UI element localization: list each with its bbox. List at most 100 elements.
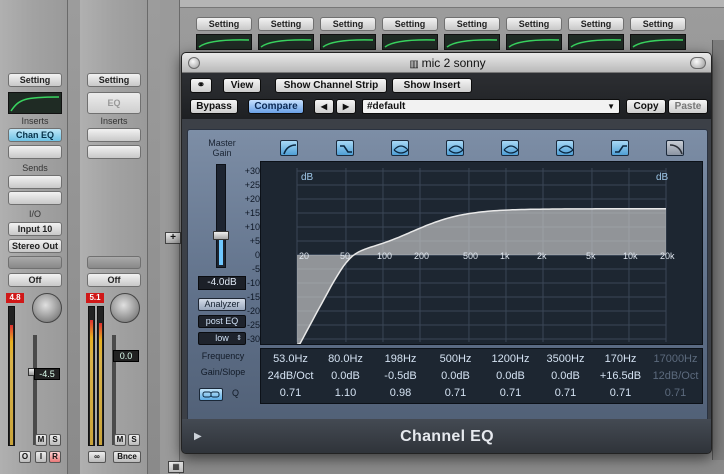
- strip1-send-slot-1[interactable]: [8, 175, 62, 189]
- grid-view-icon[interactable]: ▦: [168, 461, 184, 473]
- strip2-mute-button[interactable]: M: [114, 434, 126, 446]
- strip1-record-button[interactable]: R: [49, 451, 61, 463]
- link-q-toggle[interactable]: [199, 388, 223, 401]
- band7-highshelf-icon[interactable]: [611, 140, 629, 156]
- band5-frequency-value[interactable]: 1200Hz: [483, 351, 538, 367]
- band7-gain-value[interactable]: +16.5dB: [593, 368, 648, 384]
- compare-button[interactable]: Compare: [248, 99, 304, 114]
- top-setting-button[interactable]: Setting: [320, 17, 376, 31]
- band3-bell-icon[interactable]: [391, 140, 409, 156]
- band2-gain-value[interactable]: 0.0dB: [318, 368, 373, 384]
- band3-q-value[interactable]: 0.98: [373, 385, 428, 401]
- strip1-eq-thumbnail[interactable]: [8, 92, 62, 114]
- band2-frequency-value[interactable]: 80.0Hz: [318, 351, 373, 367]
- paste-button[interactable]: Paste: [668, 99, 708, 114]
- strip1-group-slot[interactable]: [8, 256, 62, 269]
- strip2-pan-knob[interactable]: [110, 293, 140, 323]
- strip1-mute-button[interactable]: M: [35, 434, 47, 446]
- eq-thumbnail[interactable]: [320, 34, 376, 50]
- top-setting-button[interactable]: Setting: [630, 17, 686, 31]
- band2-lowshelf-icon[interactable]: [336, 140, 354, 156]
- band4-gain-value[interactable]: 0.0dB: [428, 368, 483, 384]
- band5-bell-icon[interactable]: [501, 140, 519, 156]
- strip2-link-icon[interactable]: ∞: [88, 451, 106, 463]
- show-channel-strip-button[interactable]: Show Channel Strip: [275, 78, 387, 93]
- band6-bell-icon[interactable]: [556, 140, 574, 156]
- strip2-setting-button[interactable]: Setting: [87, 73, 141, 87]
- band1-highpass-icon[interactable]: [280, 140, 298, 156]
- strip1-insert-slot[interactable]: [8, 145, 62, 159]
- strip1-input-monitor-button[interactable]: I: [35, 451, 47, 463]
- eq-thumbnail[interactable]: [568, 34, 624, 50]
- link-icon[interactable]: ⚭: [190, 78, 212, 93]
- view-menu-button[interactable]: View: [223, 78, 261, 93]
- previous-preset-button[interactable]: ◀: [314, 99, 334, 114]
- next-preset-button[interactable]: ▶: [336, 99, 356, 114]
- strip2-bounce-button[interactable]: Bnce: [113, 451, 141, 463]
- band3-gain-value[interactable]: -0.5dB: [373, 368, 428, 384]
- master-gain-handle[interactable]: [213, 231, 229, 240]
- top-setting-button[interactable]: Setting: [258, 17, 314, 31]
- bypass-button[interactable]: Bypass: [190, 99, 238, 114]
- eq-thumbnail[interactable]: [258, 34, 314, 50]
- strip1-automation-button[interactable]: Off: [8, 273, 62, 287]
- band8-frequency-value[interactable]: 17000Hz: [648, 351, 703, 367]
- band7-q-value[interactable]: 0.71: [593, 385, 648, 401]
- top-setting-button[interactable]: Setting: [196, 17, 252, 31]
- band6-frequency-value[interactable]: 3500Hz: [538, 351, 593, 367]
- band6-q-value[interactable]: 0.71: [538, 385, 593, 401]
- strip2-eq-thumbnail[interactable]: EQ: [87, 92, 141, 114]
- copy-button[interactable]: Copy: [626, 99, 666, 114]
- band8-gain-value[interactable]: 12dB/Oct: [648, 368, 703, 384]
- eq-thumbnail[interactable]: [630, 34, 686, 50]
- strip2-solo-button[interactable]: S: [128, 434, 140, 446]
- band8-lowpass-icon[interactable]: [666, 140, 684, 156]
- zoom-toggle-icon[interactable]: [690, 57, 706, 69]
- frequency-label: Frequency: [201, 351, 245, 361]
- strip2-insert-slot-2[interactable]: [87, 145, 141, 159]
- band1-frequency-value[interactable]: 53.0Hz: [263, 351, 318, 367]
- strip1-fader-value[interactable]: -4.5: [34, 368, 60, 380]
- band7-frequency-value[interactable]: 170Hz: [593, 351, 648, 367]
- band2-q-value[interactable]: 1.10: [318, 385, 373, 401]
- strip1-pan-knob[interactable]: [32, 293, 62, 323]
- band1-q-value[interactable]: 0.71: [263, 385, 318, 401]
- strip1-output-button[interactable]: Stereo Out: [8, 239, 62, 253]
- add-strip-icon[interactable]: +: [165, 232, 181, 244]
- band4-frequency-value[interactable]: 500Hz: [428, 351, 483, 367]
- band1-gain-value[interactable]: 24dB/Oct: [263, 368, 318, 384]
- top-setting-button[interactable]: Setting: [506, 17, 562, 31]
- strip1-output-icon[interactable]: O: [19, 451, 31, 463]
- top-setting-button[interactable]: Setting: [444, 17, 500, 31]
- top-setting-button[interactable]: Setting: [568, 17, 624, 31]
- strip1-insert-chan-eq[interactable]: Chan EQ: [8, 128, 62, 142]
- chain-link-icon: [202, 391, 220, 398]
- eq-graph[interactable]: 20 50 100 200 500 1k 2k 5k 10k 20k dB dB: [260, 161, 703, 346]
- plugin-titlebar[interactable]: ▥ mic 2 sonny: [182, 53, 711, 73]
- top-setting-button[interactable]: Setting: [382, 17, 438, 31]
- band8-q-value[interactable]: 0.71: [648, 385, 703, 401]
- band5-q-value[interactable]: 0.71: [483, 385, 538, 401]
- show-insert-button[interactable]: Show Insert: [392, 78, 472, 93]
- strip2-automation-button[interactable]: Off: [87, 273, 141, 287]
- band6-gain-value[interactable]: 0.0dB: [538, 368, 593, 384]
- eq-thumbnail[interactable]: [444, 34, 500, 50]
- strip1-send-slot-2[interactable]: [8, 191, 62, 205]
- chevron-down-icon: ▼: [607, 102, 615, 111]
- preset-selector[interactable]: #default ▼: [362, 99, 620, 114]
- eq-thumbnail[interactable]: [506, 34, 562, 50]
- band5-gain-value[interactable]: 0.0dB: [483, 368, 538, 384]
- strip1-solo-button[interactable]: S: [49, 434, 61, 446]
- strip1-input-button[interactable]: Input 10: [8, 222, 62, 236]
- band3-frequency-value[interactable]: 198Hz: [373, 351, 428, 367]
- strip2-fader-value[interactable]: 0.0: [113, 350, 139, 362]
- strip2-insert-slot-1[interactable]: [87, 128, 141, 142]
- disclosure-triangle-icon[interactable]: ▶: [194, 431, 202, 442]
- strip2-group-slot[interactable]: [87, 256, 141, 269]
- eq-thumbnail[interactable]: [382, 34, 438, 50]
- band4-bell-icon[interactable]: [446, 140, 464, 156]
- master-gain-fader[interactable]: [213, 164, 229, 268]
- eq-thumbnail[interactable]: [196, 34, 252, 50]
- band4-q-value[interactable]: 0.71: [428, 385, 483, 401]
- strip1-setting-button[interactable]: Setting: [8, 73, 62, 87]
